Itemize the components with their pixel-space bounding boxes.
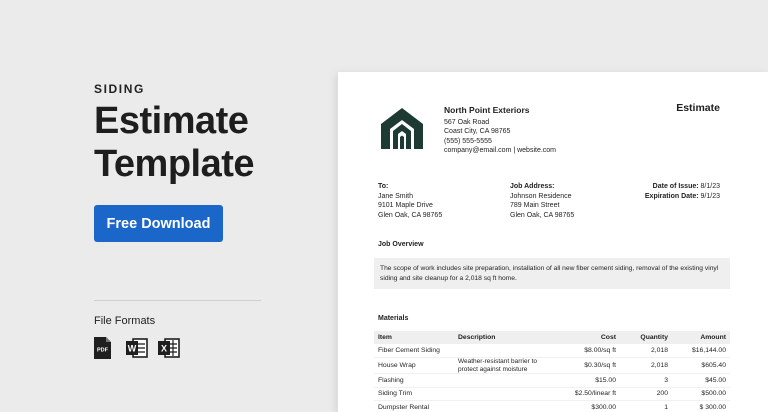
- materials-header-row: Item Description Cost Quantity Amount: [374, 331, 730, 344]
- cell-description: [454, 373, 562, 388]
- cell-item: Flashing: [374, 373, 454, 388]
- free-download-button[interactable]: Free Download: [94, 205, 223, 242]
- cell-item: House Wrap: [374, 357, 454, 374]
- expiration-date-value: 9/1/23: [700, 192, 720, 200]
- company-address-2: Coast City, CA 98765: [444, 128, 511, 135]
- job-address-2: Glen Oak, CA 98765: [510, 211, 575, 219]
- table-row: Dumpster Rental $300.00 1 $ 300.00: [374, 400, 730, 412]
- issue-date-value: 8/1/23: [700, 183, 720, 190]
- page-title: Estimate Template: [94, 100, 255, 186]
- cell-amount: $ 300.00: [672, 400, 730, 412]
- company-address-1: 567 Oak Road: [444, 118, 490, 126]
- job-address-1: 789 Main Street: [510, 202, 560, 209]
- to-address-1: 9101 Maple Drive: [378, 202, 433, 209]
- cell-quantity: 3: [620, 373, 672, 388]
- table-row: Fiber Cement Siding $8.00/sq ft 2,018 $1…: [374, 344, 730, 358]
- header-cost: Cost: [562, 331, 620, 344]
- job-name: Johnson Residence: [510, 192, 572, 200]
- cell-quantity: 1: [620, 400, 672, 412]
- file-formats-label: File Formats: [94, 315, 156, 327]
- cell-cost: $0.30/sq ft: [562, 357, 620, 374]
- company-logo: [380, 107, 424, 153]
- word-icon[interactable]: W: [126, 337, 148, 359]
- cell-cost: $2.50/linear ft: [562, 387, 620, 401]
- pdf-icon[interactable]: PDF: [94, 337, 116, 359]
- svg-text:PDF: PDF: [97, 348, 109, 354]
- company-info: North Point Exteriors 567 Oak Road Coast…: [444, 105, 557, 156]
- cell-item: Fiber Cement Siding: [374, 344, 454, 358]
- cell-quantity: 200: [620, 387, 672, 401]
- table-row: Flashing $15.00 3 $45.00: [374, 373, 730, 388]
- table-row: Siding Trim $2.50/linear ft 200 $500.00: [374, 387, 730, 401]
- svg-text:W: W: [128, 344, 137, 354]
- estimate-document-preview: North Point Exteriors 567 Oak Road Coast…: [338, 72, 768, 412]
- cell-amount: $605.40: [672, 357, 730, 374]
- job-overview-heading: Job Overview: [378, 241, 424, 248]
- cell-description: [454, 387, 562, 401]
- company-contact: company@email.com | website.com: [444, 147, 557, 154]
- header-description: Description: [454, 331, 562, 344]
- file-format-list: PDF W X: [94, 337, 180, 359]
- cell-description: Weather-resistant barrier to protect aga…: [454, 357, 562, 374]
- excel-icon[interactable]: X: [158, 337, 180, 359]
- svg-text:X: X: [161, 344, 167, 354]
- job-address-block: Job Address: Johnson Residence 789 Main …: [510, 182, 574, 220]
- divider: [94, 300, 261, 301]
- cell-amount: $45.00: [672, 373, 730, 388]
- to-block: To: Jane Smith 9101 Maple Drive Glen Oak…: [378, 182, 442, 220]
- cell-item: Dumpster Rental: [374, 400, 454, 412]
- cell-description: [454, 400, 562, 412]
- document-title: Estimate: [676, 102, 720, 114]
- company-phone: (555) 555-5555: [444, 137, 492, 145]
- to-name: Jane Smith: [378, 192, 414, 200]
- cell-description: [454, 344, 562, 358]
- page-title-line-2: Template: [94, 143, 255, 185]
- expiration-date-label: Expiration Date:: [644, 192, 699, 200]
- cell-cost: $15.00: [562, 373, 620, 388]
- materials-table: Item Description Cost Quantity Amount Fi…: [374, 331, 730, 412]
- job-address-label: Job Address:: [510, 183, 555, 190]
- cell-quantity: 2,018: [620, 357, 672, 374]
- issue-date-label: Date of Issue:: [652, 183, 699, 190]
- dates-block: Date of Issue: 8/1/23 Expiration Date: 9…: [645, 182, 720, 201]
- to-address-2: Glen Oak, CA 98765: [378, 211, 443, 219]
- cell-amount: $16,144.00: [672, 344, 730, 358]
- cell-cost: $300.00: [562, 400, 620, 412]
- cell-amount: $500.00: [672, 387, 730, 401]
- table-row: House Wrap Weather-resistant barrier to …: [374, 357, 730, 374]
- company-name: North Point Exteriors: [444, 105, 530, 115]
- header-amount: Amount: [672, 331, 730, 344]
- cell-item: Siding Trim: [374, 387, 454, 401]
- page-title-line-1: Estimate: [94, 100, 249, 142]
- eyebrow-label: SIDING: [94, 82, 145, 96]
- to-label: To:: [378, 183, 389, 190]
- header-item: Item: [374, 331, 454, 344]
- materials-heading: Materials: [378, 315, 409, 322]
- header-quantity: Quantity: [620, 331, 672, 344]
- job-overview-text: The scope of work includes site preparat…: [374, 258, 730, 289]
- cell-cost: $8.00/sq ft: [562, 344, 620, 358]
- cell-quantity: 2,018: [620, 344, 672, 358]
